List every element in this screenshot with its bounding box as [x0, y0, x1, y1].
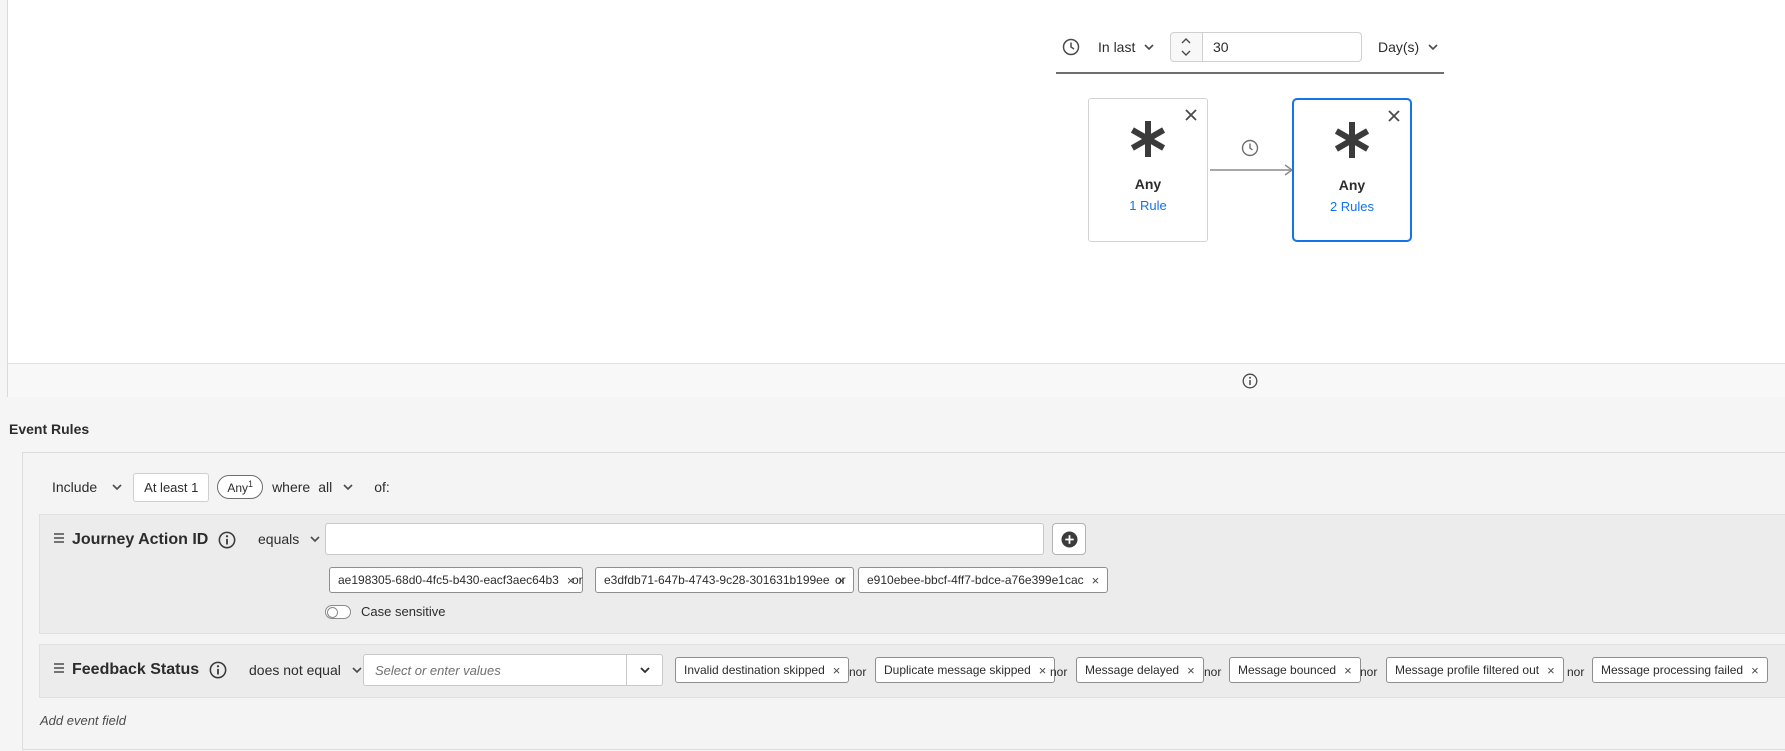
connector-label: nor	[1204, 665, 1222, 679]
sequence-arrow	[1210, 163, 1294, 177]
value-tag: Message bounced ×	[1229, 657, 1361, 683]
time-unit-label: Day(s)	[1378, 39, 1420, 55]
sequence-card-1[interactable]: Any 1 Rule	[1088, 98, 1208, 242]
sequence-canvas	[7, 0, 1785, 397]
tag-label: Duplicate message skipped	[884, 663, 1031, 677]
close-icon[interactable]: ×	[833, 663, 841, 678]
info-icon[interactable]	[1242, 373, 1258, 389]
value-tag: Message profile filtered out ×	[1386, 657, 1564, 683]
close-icon[interactable]: ×	[1751, 663, 1759, 678]
chevron-down-icon	[639, 664, 651, 676]
field-name: Feedback Status	[72, 661, 227, 679]
match-mode-label: all	[318, 479, 333, 495]
field-name: Journey Action ID	[72, 531, 236, 549]
event-rules-title: Event Rules	[9, 421, 90, 437]
connector-label: nor	[849, 665, 867, 679]
operator-dropdown[interactable]: equals	[258, 529, 321, 549]
value-tag: e3dfdb71-647b-4743-9c28-301631b199ee ×	[595, 567, 855, 593]
connector-label: or	[572, 573, 583, 587]
chevron-down-icon	[1143, 41, 1155, 53]
value-input[interactable]	[325, 523, 1044, 555]
tag-label: e3dfdb71-647b-4743-9c28-301631b199ee	[604, 573, 830, 587]
time-mode-label: In last	[1098, 39, 1136, 55]
clock-icon	[1062, 38, 1080, 56]
any-badge-label: Any	[227, 481, 249, 495]
chevron-down-icon	[1427, 41, 1439, 53]
chevron-down-icon	[309, 533, 321, 545]
values-combobox-placeholder: Select or enter values	[375, 662, 501, 678]
close-icon[interactable]: ×	[1547, 663, 1555, 678]
event-field-journey-action-id: Journey Action ID equals ae198305-68d0-4…	[39, 514, 1785, 634]
rules-header-row: Include At least 1 Any1 where all of:	[52, 471, 390, 503]
value-tag: ae198305-68d0-4fc5-b430-eacf3aec64b3 ×	[329, 567, 584, 593]
match-mode-dropdown[interactable]: all	[318, 479, 354, 495]
time-mode-dropdown[interactable]: In last	[1098, 39, 1155, 55]
canvas-footer	[7, 363, 1785, 397]
tag-label: Message profile filtered out	[1395, 663, 1540, 677]
chevron-down-icon	[351, 664, 363, 676]
value-tag: Invalid destination skipped ×	[675, 657, 850, 683]
close-icon[interactable]	[1183, 107, 1199, 123]
sequence-card-2[interactable]: Any 2 Rules	[1292, 98, 1412, 242]
tag-label: ae198305-68d0-4fc5-b430-eacf3aec64b3	[338, 573, 559, 587]
card-rules-link[interactable]: 1 Rule	[1089, 198, 1207, 213]
tag-label: e910ebee-bbcf-4ff7-bdce-a76e399e1cac	[867, 573, 1084, 587]
asterisk-icon	[1332, 120, 1372, 160]
where-label: where	[272, 479, 311, 495]
connector-label: or	[835, 573, 846, 587]
case-sensitive-label: Case sensitive	[361, 604, 446, 619]
any-badge-count: 1	[248, 479, 254, 489]
chevron-down-icon	[342, 481, 354, 493]
time-value-input[interactable]: 30	[1202, 32, 1362, 62]
any-badge[interactable]: Any1	[217, 475, 264, 499]
drag-handle-icon[interactable]	[52, 661, 66, 675]
card-title: Any	[1134, 176, 1162, 192]
clock-icon	[1241, 139, 1259, 157]
close-icon[interactable]: ×	[1039, 663, 1047, 678]
connector-label: nor	[1360, 665, 1378, 679]
time-unit-dropdown[interactable]: Day(s)	[1378, 39, 1439, 55]
include-label: Include	[52, 479, 98, 495]
combobox-dropdown-button[interactable]	[626, 655, 662, 685]
plus-circle-icon	[1061, 531, 1078, 548]
value-tag: Duplicate message skipped ×	[875, 657, 1056, 683]
operator-label: equals	[258, 531, 300, 547]
tag-label: Message processing failed	[1601, 663, 1744, 677]
values-combobox[interactable]: Select or enter values	[363, 654, 663, 686]
case-sensitive-toggle[interactable]	[325, 605, 351, 619]
value-tag: Message processing failed ×	[1592, 657, 1768, 683]
close-icon[interactable]: ×	[1092, 573, 1100, 588]
event-field-feedback-status: Feedback Status does not equal Select or…	[39, 644, 1785, 698]
close-icon[interactable]: ×	[1187, 663, 1195, 678]
at-least-button[interactable]: At least 1	[133, 472, 210, 502]
info-icon[interactable]	[209, 661, 227, 679]
add-event-field-link[interactable]: Add event field	[40, 713, 126, 728]
add-value-button[interactable]	[1052, 523, 1086, 555]
tag-label: Message delayed	[1085, 663, 1180, 677]
field-name-label: Feedback Status	[72, 661, 200, 678]
of-label: of:	[374, 479, 390, 495]
chevron-down-icon	[111, 481, 123, 493]
drag-handle-icon[interactable]	[52, 531, 66, 545]
operator-dropdown[interactable]: does not equal	[249, 660, 363, 680]
value-tag: e910ebee-bbcf-4ff7-bdce-a76e399e1cac ×	[858, 567, 1109, 593]
card-title: Any	[1338, 177, 1366, 193]
field-name-label: Journey Action ID	[72, 531, 209, 548]
value-stepper[interactable]	[1170, 32, 1202, 62]
tag-label: Invalid destination skipped	[684, 663, 825, 677]
include-dropdown[interactable]: Include	[52, 479, 123, 495]
tag-label: Message bounced	[1238, 663, 1337, 677]
connector-label: nor	[1567, 665, 1585, 679]
chevron-down-icon[interactable]	[1180, 48, 1192, 58]
asterisk-icon	[1128, 119, 1168, 159]
time-window-bar: In last 30 Day(s)	[1056, 30, 1444, 74]
operator-label: does not equal	[249, 662, 341, 678]
connector-label: nor	[1050, 665, 1068, 679]
chevron-up-icon[interactable]	[1180, 36, 1192, 46]
close-icon[interactable]	[1386, 108, 1402, 124]
close-icon[interactable]: ×	[1344, 663, 1352, 678]
value-tag: Message delayed ×	[1076, 657, 1204, 683]
info-icon[interactable]	[218, 531, 236, 549]
card-rules-link[interactable]: 2 Rules	[1294, 199, 1410, 214]
